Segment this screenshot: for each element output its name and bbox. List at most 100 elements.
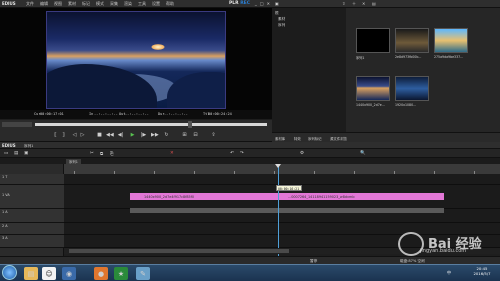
tab-source-browser[interactable]: 源文件浏览 [330,136,347,141]
menu-edit[interactable]: 编辑 [40,1,48,7]
menu-capture[interactable]: 采集 [110,1,118,7]
timeline-ruler[interactable] [64,164,500,174]
bin-item-label: 序列1 [356,56,365,60]
bin-tree-sequences[interactable]: 序列 [278,23,285,28]
explorer-icon[interactable]: ▤ [24,267,38,280]
playhead-timecode-tooltip: 00:00:16:21 [276,185,302,191]
video-clip[interactable]: 1440x900_2d7e4f917c8f85f0 ...0007264_141… [130,193,444,200]
menu-file[interactable]: 文件 [26,1,34,7]
set-out-icon[interactable]: ▷ [79,132,86,139]
bin-item-label: 1440x900_2d7e... [356,103,385,107]
preview-rock-right [167,72,225,108]
bin-view-icon[interactable]: ▤ [372,1,376,6]
tab-markers[interactable]: 序列标记 [308,136,322,141]
mode-plr: PLR [229,1,239,6]
menu-render[interactable]: 渲染 [124,1,132,7]
track-name: 1 T [2,175,8,179]
track-name: 2 A [2,224,8,228]
bin-tree-root[interactable]: 根 [275,11,279,16]
tools-icon[interactable]: ✎ [136,267,150,280]
bin-item-thumb[interactable] [434,28,468,53]
track-header-audio[interactable]: 2 A [0,223,64,235]
bin-item-thumb[interactable] [395,28,429,53]
scrub-knob[interactable] [188,121,192,128]
bin-delete-icon[interactable]: ✕ [362,1,365,6]
play-icon[interactable]: ▶ [129,132,136,139]
delete-icon[interactable]: ✕ [170,151,174,156]
tc-in-label: In [89,112,94,116]
menu-marker[interactable]: 标记 [82,1,90,7]
scrollbar-thumb[interactable] [69,249,289,253]
firefox-icon[interactable]: ● [94,267,108,280]
paste-icon[interactable]: ⎘ [110,151,114,157]
set-in-icon[interactable]: ◁ [71,132,78,139]
new-sequence-icon[interactable]: ▭ [4,151,8,156]
bin-folder-tree: 根 素材 序列 [272,8,346,132]
bin-tree-clips[interactable]: 素材 [278,17,285,22]
tab-effects[interactable]: 特效 [294,136,301,141]
fast-forward-icon[interactable]: ▶▶ [151,132,159,139]
menu-view[interactable]: 视图 [54,1,62,7]
minimize-button[interactable]: _ [255,1,257,6]
playhead-handle[interactable] [275,164,281,168]
bin-tabs: 素材库 特效 序列标记 源文件浏览 [272,132,500,142]
redo-icon[interactable]: ↷ [240,151,244,156]
window-controls: _ □ ✕ [255,1,270,6]
preview-shuttle[interactable] [2,122,32,127]
qq-icon[interactable]: ☺ [42,267,56,280]
audio-clip[interactable] [130,208,444,213]
step-back-icon[interactable]: ◀| [117,132,124,139]
close-button[interactable]: ✕ [267,1,270,6]
track-name: 3 A [2,236,8,240]
mode-indicator[interactable]: PLR REC [229,1,250,6]
rewind-icon[interactable]: ◀◀ [106,132,114,139]
windows-taskbar: ▤ ☺ ◉ ● ★ ✎ 中 [0,264,500,281]
menu-help[interactable]: 帮助 [166,1,174,7]
preview-scrub-bar[interactable] [0,120,272,129]
watermark-url: jingyan.baidu.com [420,248,467,254]
open-icon[interactable]: ▤ [14,151,18,156]
menu-settings[interactable]: 设置 [152,1,160,7]
insert-icon[interactable]: ⊞ [181,132,188,139]
stop-icon[interactable]: ■ [96,132,103,139]
track-header-title[interactable]: 1 T [0,174,64,185]
zoom-icon[interactable]: 🔍 [360,151,366,156]
folder-icon[interactable]: ▣ [275,1,279,6]
track-header-video[interactable]: 1 VA [0,185,64,209]
bin-item-thumb[interactable] [356,28,390,53]
step-forward-icon[interactable]: |▶ [140,132,147,139]
track-name: 1 A [2,210,8,214]
overwrite-icon[interactable]: ⊟ [192,132,199,139]
system-clock[interactable]: 20:45 2016/5/7 [465,266,499,279]
render-icon[interactable]: ⚙ [300,151,304,156]
bin-item-thumb[interactable] [356,76,390,101]
media-icon[interactable]: ◉ [62,267,76,280]
menu-clip[interactable]: 素材 [68,1,76,7]
bin-up-icon[interactable]: ⇧ [342,1,345,6]
track-lane-title[interactable] [64,174,500,185]
copy-icon[interactable]: ⧉ [100,151,103,157]
mark-in-icon[interactable]: ⟦ [52,132,59,139]
bin-new-icon[interactable]: ＋ [352,1,356,7]
cut-icon[interactable]: ✂ [90,151,94,156]
sequence-tab[interactable]: 序列1 [66,158,81,164]
start-button[interactable] [2,265,17,280]
tab-bin[interactable]: 素材库 [275,136,285,141]
menu-tools[interactable]: 工具 [138,1,146,7]
maximize-button[interactable]: □ [260,1,264,6]
ime-indicator[interactable]: 中 [447,270,451,276]
track-name: 1 VA [2,193,10,197]
playhead-line[interactable] [278,166,279,256]
mark-out-icon[interactable]: ⟧ [60,132,67,139]
save-icon[interactable]: ▣ [24,151,28,156]
export-icon[interactable]: ⇪ [210,132,217,139]
track-header-audio[interactable]: 1 A [0,209,64,223]
bin-item-thumb[interactable] [395,76,429,101]
track-header-audio[interactable]: 3 A [0,235,64,248]
loop-icon[interactable]: ↻ [163,132,170,139]
app-icon[interactable]: ★ [114,267,128,280]
scrub-track[interactable] [35,123,267,126]
undo-icon[interactable]: ↶ [230,151,234,156]
menu-mode[interactable]: 模式 [96,1,104,7]
timeline-app-logo: EDIUS [2,143,16,148]
